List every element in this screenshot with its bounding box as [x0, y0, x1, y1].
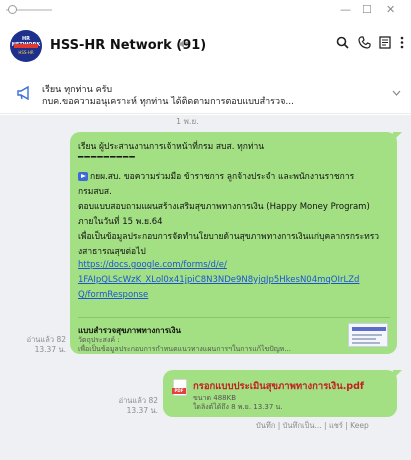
- form-link[interactable]: 1FAIpQLScWzK_XLol0x41jpiC8N3NDe9N8yjqJp5…: [78, 275, 359, 285]
- message-time: 13.37 น.: [126, 406, 158, 415]
- message-line: งสาธารณสุขต่อไป: [78, 247, 146, 257]
- read-count: อ่านแล้ว 82: [26, 335, 66, 344]
- message-line-text: กยผ.สบ. ขอความร่วมมือ ข้าราชการ ลูกจ้างป…: [90, 172, 355, 182]
- form-link[interactable]: Q/formResponse: [78, 290, 148, 300]
- message-line: เพื่อเป็นข้อมูลประกอบการจัดทำนโยบายด้านส…: [78, 232, 380, 242]
- chat-header: HR NETWORK HSS-HR HSS-HR Network (91): [0, 22, 411, 68]
- maximize-button[interactable]: ☐: [362, 3, 372, 17]
- minimize-button[interactable]: —: [340, 3, 351, 17]
- thumbnail-line: [352, 338, 376, 340]
- bubble-tail: [393, 132, 402, 141]
- thumbnail-line: [352, 334, 382, 336]
- mute-icon: [178, 39, 189, 52]
- message-meta: อ่านแล้ว 82 13.37 น.: [6, 335, 66, 355]
- message-line: ภายในวันที่ 15 พ.ย.64: [78, 217, 163, 227]
- file-actions[interactable]: บันทึก | บันทึกเป็น... | แชร์ | Keep: [256, 420, 369, 432]
- message-line: ตอบแบบสอบถามแผนสร้างเสริมสุขภาพทางการเงิ…: [78, 202, 370, 212]
- pdf-label: PDF: [172, 388, 186, 394]
- message-bubble[interactable]: เรียน ผู้ประสานงานการเจ้าหน้าที่กรม สบส.…: [70, 132, 402, 354]
- message-divider: ━━━━━━━━━: [78, 153, 136, 163]
- form-link[interactable]: https://docs.google.com/forms/d/e/: [78, 260, 227, 270]
- pdf-file-icon: PDF: [172, 379, 187, 396]
- file-message-bubble[interactable]: PDF กรอกแบบประเมินสุขภาพทางการเงิน.pdf ข…: [163, 370, 402, 417]
- slider-handle[interactable]: [8, 5, 17, 14]
- file-expiry: ใดลิงต์ได้ถึง 8 พ.ย. 13.37 น.: [193, 403, 283, 411]
- thumbnail-header: [352, 327, 386, 331]
- chevron-down-icon[interactable]: [392, 88, 401, 99]
- avatar-logo-bar: [14, 44, 38, 48]
- window-titlebar: — ☐ ✕: [0, 0, 411, 22]
- link-preview-card[interactable]: แบบสำรวจสุขภาพทางการเงิน วัตถุประสงค์ : …: [78, 317, 390, 353]
- announcement-line-2: กบค.ขอความอนุเคราะห์ ทุกท่าน ได้ติดตามกา…: [42, 97, 294, 107]
- preview-thumbnail: [348, 323, 388, 347]
- message-meta: อ่านแล้ว 82 13.37 น.: [98, 396, 158, 416]
- call-icon[interactable]: [358, 36, 371, 53]
- avatar-logo-subtext: HSS-HR: [18, 50, 34, 55]
- bubble-tail: [393, 370, 402, 379]
- notes-icon[interactable]: [379, 36, 391, 53]
- zoom-slider[interactable]: [6, 5, 52, 14]
- chat-area: 1 พ.ย. เรียน ผู้ประสานงานการเจ้าหน้าที่ก…: [0, 115, 411, 460]
- search-icon[interactable]: [336, 36, 349, 53]
- play-emoji-icon: [78, 172, 88, 181]
- more-menu-icon[interactable]: [400, 36, 404, 53]
- message-line: กยผ.สบ. ขอความร่วมมือ ข้าราชการ ลูกจ้างป…: [78, 169, 354, 183]
- message-line: กรมสบส.: [78, 187, 112, 197]
- close-button[interactable]: ✕: [386, 3, 395, 17]
- message-greeting: เรียน ผู้ประสานงานการเจ้าหน้าที่กรม สบส.…: [78, 142, 265, 152]
- message-time: 13.37 น.: [34, 345, 66, 354]
- group-avatar[interactable]: HR NETWORK HSS-HR: [10, 30, 42, 62]
- date-separator: 1 พ.ย.: [176, 117, 199, 126]
- preview-description: เพื่อเป็นข้อมูลประกอบการกำหนดแนวทางแผนกา…: [78, 345, 291, 353]
- thumbnail-line: [352, 342, 380, 344]
- read-count: อ่านแล้ว 82: [118, 396, 158, 405]
- announcement-banner[interactable]: เรียน ทุกท่าน ครับ กบค.ขอความอนุเคราะห์ …: [0, 76, 411, 114]
- file-name[interactable]: กรอกแบบประเมินสุขภาพทางการเงิน.pdf: [193, 379, 364, 394]
- megaphone-icon: [16, 84, 34, 102]
